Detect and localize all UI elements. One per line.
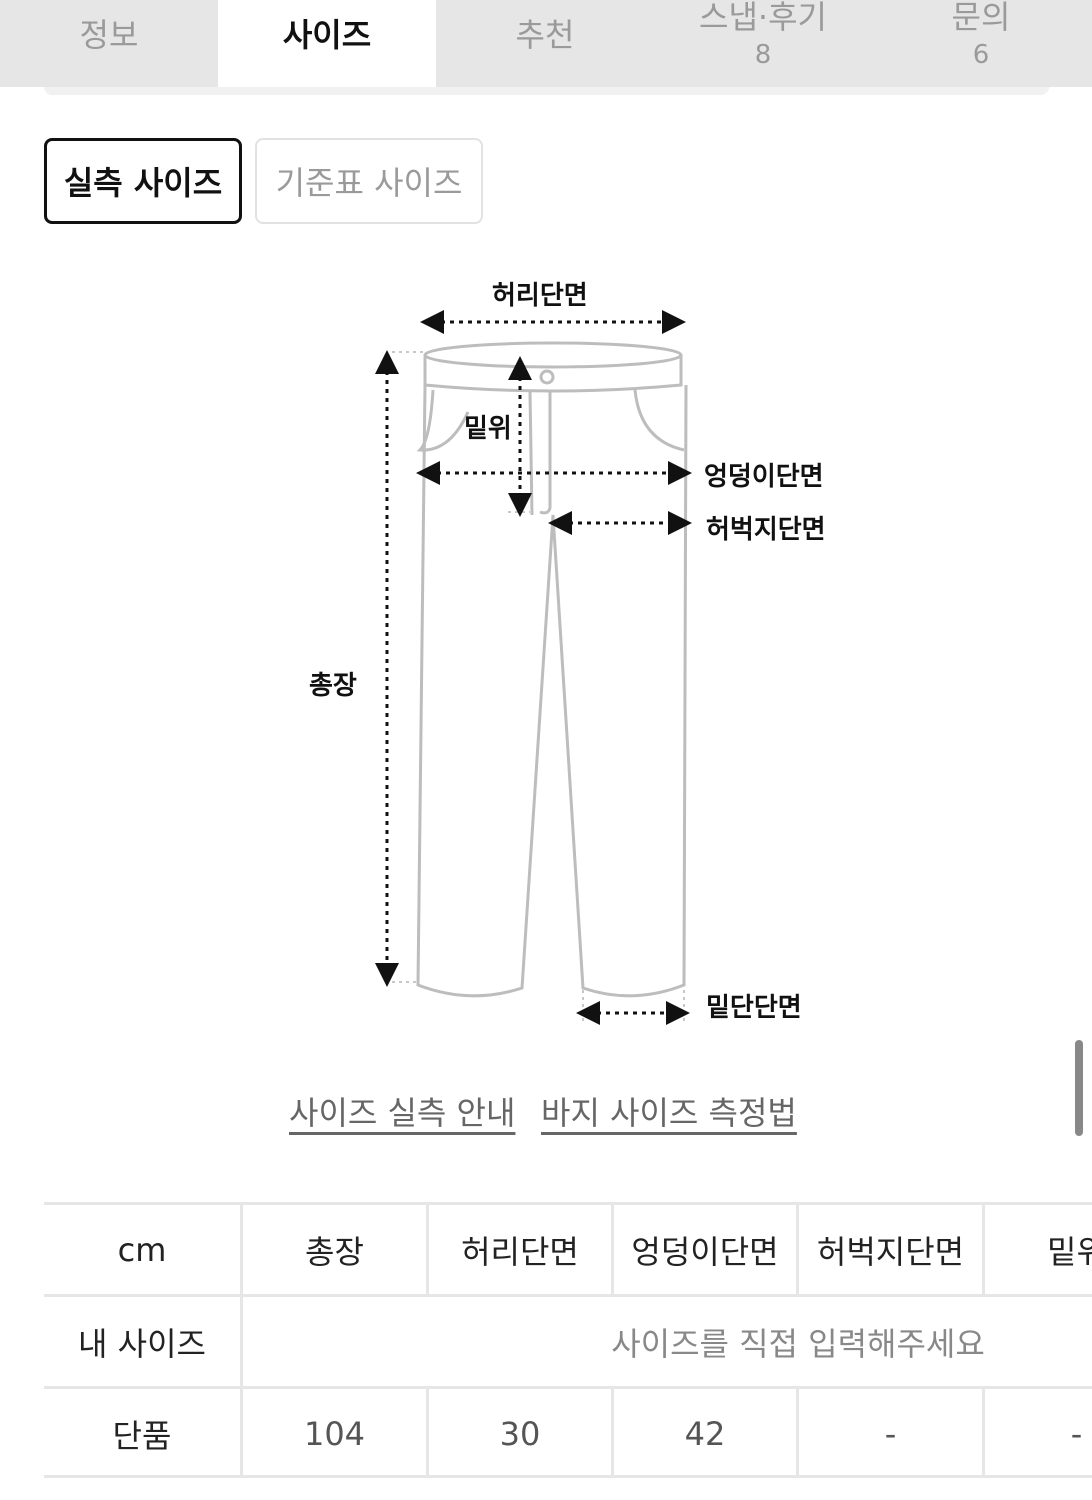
waist-label: 허리단면 [492,281,588,311]
product-label: 단품 [112,1416,172,1455]
hip-label: 엉덩이단면 [704,462,824,492]
tab-snap-review[interactable]: 스냅·후기 8 [654,0,872,87]
column-header: 허벅지단면 [816,1232,965,1271]
tab-label: 추천 [515,16,575,54]
tab-bar: 정보 사이즈 추천 스냅·후기 8 문의 6 [0,0,1092,87]
hem-label: 밑단단면 [706,993,802,1023]
column-header: 밑위 [1047,1232,1092,1271]
tab-info[interactable]: 정보 [0,0,218,87]
my-size-label: 내 사이즈 [78,1324,206,1363]
tab-recommend[interactable]: 추천 [436,0,654,87]
pants-size-diagram: 허리단면 밑위 엉덩이단면 허벅지단면 총장 밑단단면 [0,240,1092,1040]
table-cell: - [1070,1414,1083,1453]
length-label: 총장 [309,671,357,701]
tab-label: 정보 [79,16,139,54]
pants-measure-link[interactable]: 바지 사이즈 측정법 [541,1088,797,1134]
column-header: 엉덩이단면 [631,1232,779,1271]
scrollbar[interactable] [1075,1040,1083,1136]
unit-header: cm [117,1230,167,1269]
my-size-row: 내 사이즈 사이즈를 직접 입력해주세요 [44,1294,1092,1386]
tab-count: 6 [972,40,990,70]
table-cell: - [884,1414,897,1453]
table-cell: 30 [499,1414,541,1453]
tab-size[interactable]: 사이즈 [218,0,436,87]
my-size-input[interactable]: 사이즈를 직접 입력해주세요 [243,1297,1092,1386]
standard-size-button[interactable]: 기준표 사이즈 [255,138,483,224]
size-guide-link[interactable]: 사이즈 실측 안내 [289,1088,515,1134]
pants-illustration [375,310,692,1025]
column-header: 허리단면 [461,1232,579,1271]
tab-inquiry[interactable]: 문의 6 [872,0,1090,87]
rise-label: 밑위 [464,414,512,444]
tab-label: 문의 [951,0,1011,36]
table-cell: 104 [303,1414,366,1453]
tab-panel-edge [44,87,1049,95]
measured-size-button[interactable]: 실측 사이즈 [44,138,242,224]
thigh-label: 허벅지단면 [706,515,826,545]
tab-label: 스냅·후기 [699,0,827,36]
table-header-row: cm 총장 허리단면 엉덩이단면 허벅지단면 밑위 [44,1202,1092,1294]
table-cell: 42 [684,1414,726,1453]
product-row: 단품 104 30 42 - - [44,1386,1092,1478]
tab-label: 사이즈 [282,16,372,54]
column-header: 총장 [305,1232,364,1271]
tab-count: 8 [754,40,772,70]
